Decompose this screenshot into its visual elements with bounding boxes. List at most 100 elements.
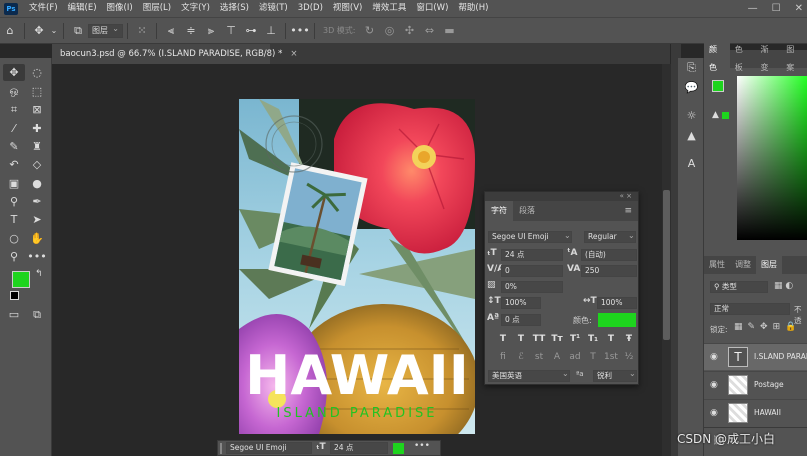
context-font-select[interactable]: Segoe UI Emoji [226,442,312,454]
lasso-tool-icon[interactable]: ஒ [3,83,25,100]
opentype-button[interactable]: T [586,351,600,363]
close-tab-icon[interactable]: × [290,49,297,59]
context-color-swatch[interactable] [393,443,404,454]
document-canvas[interactable]: HAWAII ISLAND PARADISE [239,99,475,434]
auto-select-icon[interactable]: ⧉ [68,22,88,40]
tab-gradients[interactable]: 渐变 [756,41,782,77]
text-color-swatch[interactable] [598,313,636,327]
text-style-button[interactable]: Ŧ [622,333,636,345]
layer-row[interactable]: ◉ Postage [704,371,807,398]
tracking-input[interactable]: 250 [581,265,637,277]
history-brush-tool-icon[interactable]: ↶ [3,156,25,173]
kerning-input[interactable]: 0 [501,265,563,277]
screen-mode-icon[interactable]: ⧉ [26,306,48,323]
crop-tool-icon[interactable]: ⌗ [3,101,25,118]
move-tool-icon[interactable]: ✥ [29,22,49,40]
clone-stamp-tool-icon[interactable]: ♜ [26,138,48,155]
horizontal-scale-input[interactable]: 100% [597,297,637,309]
tab-adjustments[interactable]: 调整 [730,256,756,274]
web-color-swatch[interactable] [722,112,729,119]
opentype-button[interactable]: A [550,351,564,363]
zoom-tool-icon[interactable]: ⚲ [3,248,25,265]
orbit-3d-icon[interactable]: ↻ [360,22,380,40]
baseline-shift-input[interactable]: 0 点 [501,314,541,326]
opentype-button[interactable]: ℰ [514,351,528,363]
scrollbar-thumb[interactable] [663,190,670,340]
menu-item[interactable]: 滤镜(T) [254,0,293,17]
menu-item[interactable]: 3D(D) [293,0,328,17]
eye-icon[interactable]: ◉ [710,408,718,418]
blend-mode-select[interactable]: 正常 [710,303,790,315]
text-style-button[interactable]: T [604,333,618,345]
tab-color[interactable]: 颜色 [704,41,730,77]
ellipse-tool-icon[interactable]: ○ [3,230,25,247]
scale-3d-icon[interactable]: ▬ [440,22,460,40]
brush-tool-icon[interactable]: ✎ [3,138,25,155]
menu-item[interactable]: 图像(I) [102,0,138,17]
lock-icons[interactable]: ▦✎✥⊞🔒 [734,322,801,332]
menu-item[interactable]: 文件(F) [24,0,63,17]
text-style-button[interactable]: TT [532,333,546,345]
history-panel-icon[interactable]: ⎘ [683,60,700,75]
tab-properties[interactable]: 属性 [704,256,730,274]
marquee-tool-icon[interactable]: ◌ [26,64,48,81]
layer-select-dropdown[interactable]: 图层 [88,23,123,38]
blur-tool-icon[interactable]: ● [26,175,48,192]
leading-input[interactable]: (自动) [581,249,637,261]
hand-tool-icon[interactable]: ✋ [26,230,48,247]
tab-swatches[interactable]: 色板 [730,41,756,77]
foreground-color-swatch[interactable] [12,271,30,288]
slide-3d-icon[interactable]: ⇔ [420,22,440,40]
chevron-down-icon[interactable]: ⌄ [49,22,59,40]
more-options-icon[interactable]: ••• [290,22,310,40]
menu-item[interactable]: 选择(S) [215,0,254,17]
align-right-icon[interactable]: ⫸ [201,22,221,40]
text-style-button[interactable]: Tт [550,333,564,345]
tab-layers[interactable]: 图层 [756,256,782,274]
drag-handle[interactable] [220,443,222,454]
healing-brush-tool-icon[interactable]: ✚ [26,120,48,137]
opentype-button[interactable]: 1st [604,351,618,363]
menu-item[interactable]: 图层(L) [138,0,176,17]
eye-icon[interactable]: ◉ [710,380,718,390]
foreground-color-swatch[interactable] [712,80,724,92]
menu-item[interactable]: 文字(Y) [176,0,215,17]
frame-tool-icon[interactable]: ⊠ [26,101,48,118]
more-tools-icon[interactable]: ••• [26,248,48,265]
menu-item[interactable]: 帮助(H) [453,0,493,17]
opentype-button[interactable]: fi [496,351,510,363]
panel-menu-icon[interactable]: ≡ [624,206,632,216]
default-colors-icon[interactable] [10,291,19,300]
transform-controls-icon[interactable]: ⁙ [132,22,152,40]
menu-item[interactable]: 编辑(E) [63,0,102,17]
brightness-panel-icon[interactable]: ☼ [683,108,700,123]
text-style-button[interactable]: T₁ [586,333,600,345]
eye-icon[interactable]: ◉ [710,352,718,362]
font-family-select[interactable]: Segoe UI Emoji [488,231,572,243]
close-window-button[interactable]: ✕ [795,0,803,17]
tab-patterns[interactable]: 图案 [781,41,807,77]
dodge-tool-icon[interactable]: ⚲ [3,193,25,210]
font-size-input[interactable]: 24 点 [501,249,563,261]
gradient-tool-icon[interactable]: ▣ [3,175,25,192]
roll-3d-icon[interactable]: ◎ [380,22,400,40]
align-middle-icon[interactable]: ⊶ [241,22,261,40]
color-field-picker[interactable] [737,76,807,240]
tab-character[interactable]: 字符 [485,201,513,221]
context-size-select[interactable]: 24 点 [330,442,388,454]
layer-row[interactable]: ◉ HAWAII [704,399,807,426]
eraser-tool-icon[interactable]: ◇ [26,156,48,173]
quick-mask-icon[interactable]: ▭ [3,306,25,323]
object-select-tool-icon[interactable]: ⬚ [26,83,48,100]
opentype-button[interactable]: ad [568,351,582,363]
opentype-button[interactable]: ½ [622,351,636,363]
comments-panel-icon[interactable]: 💬 [683,80,700,95]
menu-item[interactable]: 窗口(W) [411,0,453,17]
minimize-button[interactable]: — [748,0,758,17]
tsume-input[interactable]: 0% [501,281,563,293]
align-left-icon[interactable]: ⫷ [161,22,181,40]
align-center-icon[interactable]: ≑ [181,22,201,40]
type-tool-icon[interactable]: T [3,211,25,228]
pan-3d-icon[interactable]: ✣ [400,22,420,40]
home-icon[interactable]: ⌂ [0,22,20,40]
